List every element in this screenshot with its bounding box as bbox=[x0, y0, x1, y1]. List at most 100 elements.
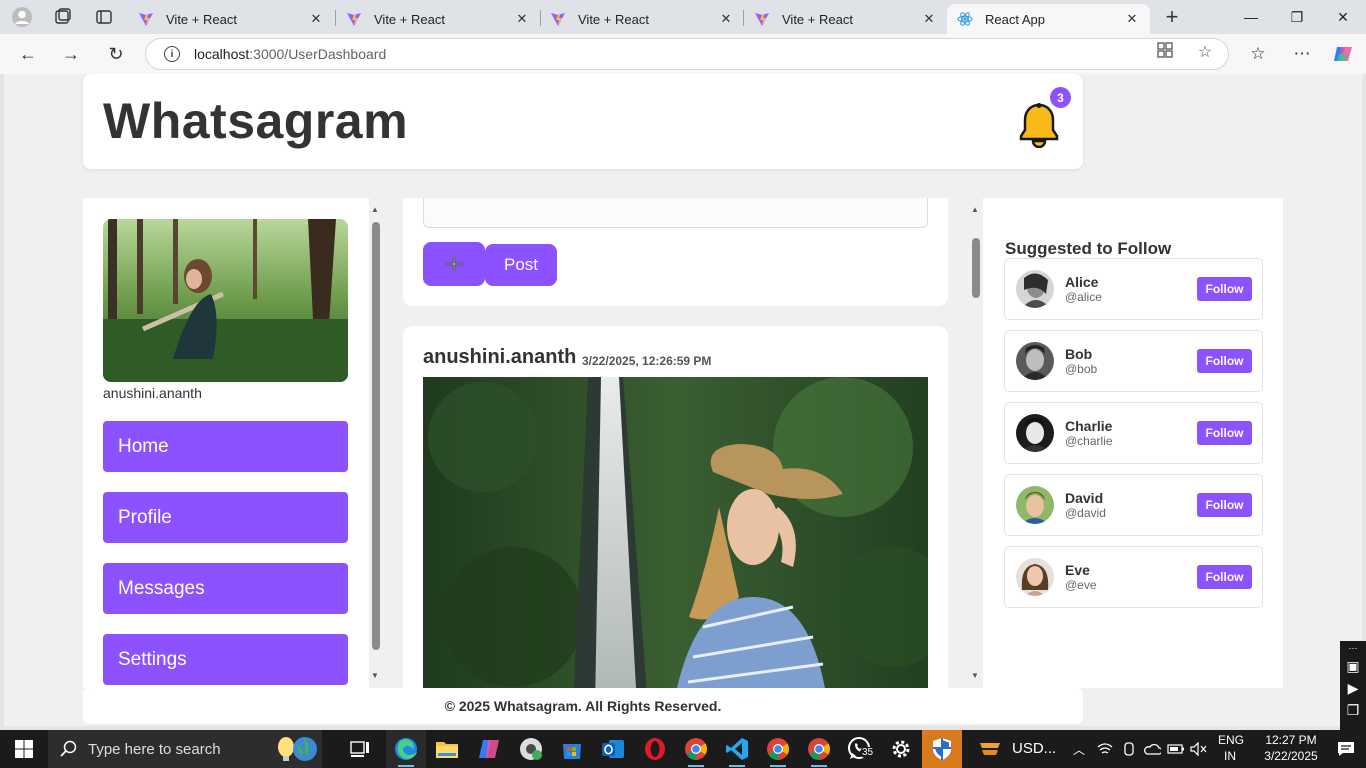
network-icon[interactable] bbox=[1094, 730, 1116, 768]
avatar[interactable] bbox=[1016, 342, 1054, 380]
opera-icon[interactable] bbox=[635, 730, 675, 768]
settings-gear-icon[interactable] bbox=[881, 730, 921, 768]
currency-widget-icon[interactable] bbox=[970, 730, 1010, 768]
clock-time[interactable]: 12:27 PM bbox=[1258, 733, 1324, 747]
chrome-profile-icon[interactable] bbox=[511, 730, 551, 768]
suggestion-name[interactable]: Alice bbox=[1065, 274, 1098, 290]
app-header: Whatsagram 3 bbox=[83, 74, 1083, 169]
language-bottom[interactable]: IN bbox=[1224, 749, 1236, 763]
meet-now-icon[interactable] bbox=[1118, 730, 1140, 768]
security-shield-icon[interactable] bbox=[922, 730, 962, 768]
sidebar-scrollbar[interactable]: ▲ ▼ bbox=[369, 198, 381, 688]
vscode-icon[interactable] bbox=[717, 730, 757, 768]
scroll-thumb[interactable] bbox=[972, 238, 980, 298]
task-view-icon[interactable] bbox=[340, 730, 380, 768]
whatsapp-icon[interactable]: 35 bbox=[840, 730, 880, 768]
follow-button[interactable]: Follow bbox=[1197, 421, 1252, 445]
avatar[interactable] bbox=[1016, 558, 1054, 596]
tab-2[interactable]: Vite + React ✕ bbox=[336, 4, 540, 34]
chrome-icon[interactable] bbox=[758, 730, 798, 768]
tab-1[interactable]: Vite + React ✕ bbox=[128, 4, 334, 34]
refresh-icon[interactable]: ↻ bbox=[101, 40, 131, 68]
post-image[interactable] bbox=[423, 377, 928, 688]
edge-app-icon[interactable] bbox=[386, 730, 426, 768]
chrome-icon[interactable] bbox=[799, 730, 839, 768]
footer: © 2025 Whatsagram. All Rights Reserved. bbox=[83, 688, 1083, 724]
back-icon[interactable]: ← bbox=[13, 40, 43, 68]
volume-mute-icon[interactable] bbox=[1188, 730, 1210, 768]
window-icon[interactable]: ❐ bbox=[1340, 699, 1366, 721]
notification-bell-icon[interactable] bbox=[1018, 102, 1060, 148]
minimize-icon[interactable]: — bbox=[1228, 0, 1274, 34]
site-info-icon[interactable]: i bbox=[164, 46, 180, 62]
address-bar[interactable]: i localhost:3000/UserDashboard bbox=[145, 38, 1229, 70]
battery-icon[interactable] bbox=[1165, 730, 1187, 768]
chrome-icon[interactable] bbox=[676, 730, 716, 768]
close-icon[interactable]: ✕ bbox=[308, 11, 324, 27]
post-textarea[interactable] bbox=[423, 198, 928, 228]
close-icon[interactable]: ✕ bbox=[921, 11, 937, 27]
favorites-icon[interactable]: ☆ bbox=[1243, 40, 1273, 68]
feed-scrollbar[interactable]: ▲ ▼ bbox=[969, 198, 981, 688]
notifications-center-icon[interactable] bbox=[1326, 730, 1366, 768]
more-options-icon[interactable]: ⋯ bbox=[1287, 40, 1317, 68]
language-top[interactable]: ENG bbox=[1218, 733, 1244, 747]
tab-3[interactable]: Vite + React ✕ bbox=[540, 4, 744, 34]
forward-icon[interactable]: → bbox=[56, 40, 86, 68]
avatar[interactable] bbox=[1016, 414, 1054, 452]
follow-button[interactable]: Follow bbox=[1197, 565, 1252, 589]
scroll-down-icon[interactable]: ▼ bbox=[371, 672, 379, 680]
video-icon[interactable]: ▶ bbox=[1340, 677, 1366, 699]
suggestion-name[interactable]: Charlie bbox=[1065, 418, 1112, 434]
follow-button[interactable]: Follow bbox=[1197, 349, 1252, 373]
suggestion-name[interactable]: David bbox=[1065, 490, 1103, 506]
profile-photo[interactable] bbox=[103, 219, 348, 382]
scroll-up-icon[interactable]: ▲ bbox=[971, 206, 979, 214]
outlook-icon[interactable] bbox=[593, 730, 633, 768]
copilot-app-icon[interactable] bbox=[469, 730, 509, 768]
store-icon[interactable] bbox=[552, 730, 592, 768]
app-available-icon[interactable] bbox=[1155, 42, 1175, 60]
clock-date[interactable]: 3/22/2025 bbox=[1258, 749, 1324, 763]
scroll-down-icon[interactable]: ▼ bbox=[971, 672, 979, 680]
profile-icon[interactable] bbox=[6, 4, 38, 30]
onedrive-icon[interactable] bbox=[1141, 730, 1163, 768]
scroll-thumb[interactable] bbox=[372, 222, 380, 650]
tab-4[interactable]: Vite + React ✕ bbox=[744, 4, 947, 34]
close-window-icon[interactable]: ✕ bbox=[1320, 0, 1366, 34]
add-media-button[interactable] bbox=[423, 242, 485, 286]
restore-icon[interactable]: ❐ bbox=[1274, 0, 1320, 34]
post-author[interactable]: anushini.ananth bbox=[423, 346, 576, 369]
taskbar-search[interactable]: Type here to search bbox=[48, 730, 322, 768]
nav-messages-button[interactable]: Messages bbox=[103, 563, 348, 614]
close-icon[interactable]: ✕ bbox=[514, 11, 530, 27]
favorite-star-icon[interactable]: ☆ bbox=[1195, 42, 1215, 61]
workspaces-icon[interactable] bbox=[46, 4, 78, 30]
nav-profile-button[interactable]: Profile bbox=[103, 492, 348, 543]
avatar[interactable] bbox=[1016, 486, 1054, 524]
avatar[interactable] bbox=[1016, 270, 1054, 308]
scroll-up-icon[interactable]: ▲ bbox=[371, 206, 379, 214]
new-tab-icon[interactable]: + bbox=[1156, 4, 1188, 30]
camera-icon[interactable]: ▣ bbox=[1340, 655, 1366, 677]
nav-home-button[interactable]: Home bbox=[103, 421, 348, 472]
close-icon[interactable]: ✕ bbox=[718, 11, 734, 27]
notification-badge: 3 bbox=[1050, 87, 1071, 108]
tab-actions-icon[interactable] bbox=[88, 4, 120, 30]
file-explorer-icon[interactable] bbox=[427, 730, 467, 768]
suggestion-name[interactable]: Eve bbox=[1065, 562, 1090, 578]
close-icon[interactable]: ✕ bbox=[1124, 11, 1140, 27]
copilot-icon[interactable] bbox=[1328, 40, 1358, 68]
tab-5-active[interactable]: React App ✕ bbox=[947, 4, 1150, 34]
show-hidden-icons[interactable]: ︿ bbox=[1073, 741, 1085, 758]
windows-start-icon[interactable] bbox=[0, 730, 48, 768]
follow-button[interactable]: Follow bbox=[1197, 277, 1252, 301]
weather-text[interactable]: USD... bbox=[1012, 740, 1056, 757]
pin-icon[interactable]: ⋯ bbox=[1340, 641, 1366, 655]
app-logo[interactable]: Whatsagram bbox=[103, 92, 408, 150]
post-button[interactable]: Post bbox=[485, 244, 557, 286]
nav-settings-button[interactable]: Settings bbox=[103, 634, 348, 685]
suggestion-card: Bob @bob Follow bbox=[1004, 330, 1263, 392]
follow-button[interactable]: Follow bbox=[1197, 493, 1252, 517]
suggestion-name[interactable]: Bob bbox=[1065, 346, 1092, 362]
